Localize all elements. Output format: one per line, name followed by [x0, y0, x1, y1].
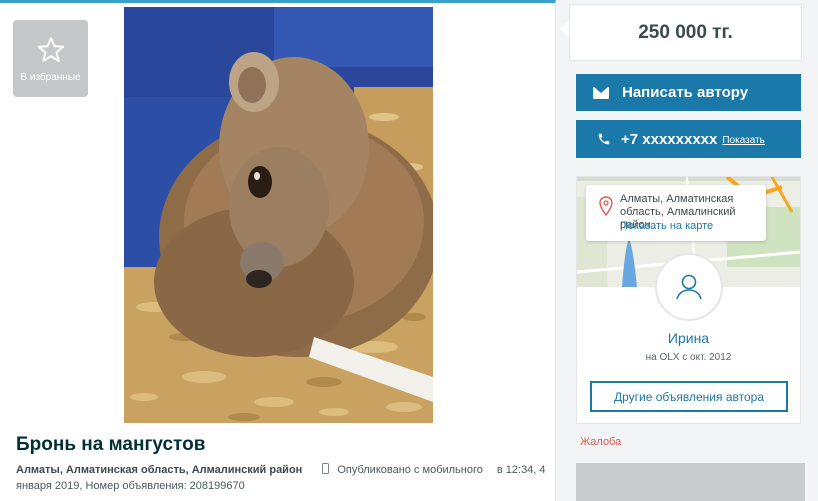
- mobile-phone-icon: [322, 463, 330, 474]
- seller-name[interactable]: Ирина: [577, 330, 800, 346]
- ad-location: Алматы, Алматинская область, Алмалинский…: [16, 464, 303, 476]
- star-icon: [37, 36, 64, 62]
- ad-main-panel: В избранные Бронь на мангустов Алматы, А…: [0, 0, 556, 501]
- phone-masked: +7 xxxxxxxxx: [621, 130, 718, 148]
- price-notch: [560, 20, 569, 38]
- map-address-card: Алматы, Алматинская область, Алмалинский…: [586, 185, 766, 241]
- published-from-mobile: Опубликовано с мобильного: [337, 464, 483, 476]
- price-box: 250 000 тг.: [569, 4, 802, 61]
- ad-meta: Алматы, Алматинская область, Алмалинский…: [16, 462, 551, 494]
- write-to-author-button[interactable]: Написать автору: [576, 74, 801, 111]
- report-link[interactable]: Жалоба: [580, 436, 621, 448]
- location-pin-icon: [599, 196, 613, 221]
- show-on-map-link[interactable]: Показать на карте: [620, 220, 713, 232]
- other-ads-button[interactable]: Другие объявления автора: [590, 381, 788, 412]
- seller-card: Алматы, Алматинская область, Алмалинский…: [576, 176, 801, 424]
- ad-title: Бронь на мангустов: [16, 434, 206, 455]
- seller-avatar[interactable]: [655, 253, 723, 321]
- envelope-icon: [593, 86, 609, 99]
- show-phone-button[interactable]: +7 xxxxxxxxx Показать: [576, 120, 801, 158]
- ad-photo[interactable]: [124, 7, 433, 423]
- user-icon: [676, 274, 702, 300]
- show-phone-link[interactable]: Показать: [722, 135, 765, 146]
- mongoose-photo: [124, 7, 433, 423]
- phone-icon: [597, 132, 611, 146]
- ad-number: Номер объявления: 208199670: [85, 480, 245, 492]
- add-to-favorites-button[interactable]: В избранные: [13, 20, 88, 97]
- write-to-author-label: Написать автору: [622, 84, 749, 101]
- favorites-label: В избранные: [20, 71, 81, 83]
- price-value: 250 000 тг.: [638, 21, 733, 43]
- bottom-placeholder: [576, 463, 805, 501]
- seller-since: на OLX с окт. 2012: [645, 352, 732, 363]
